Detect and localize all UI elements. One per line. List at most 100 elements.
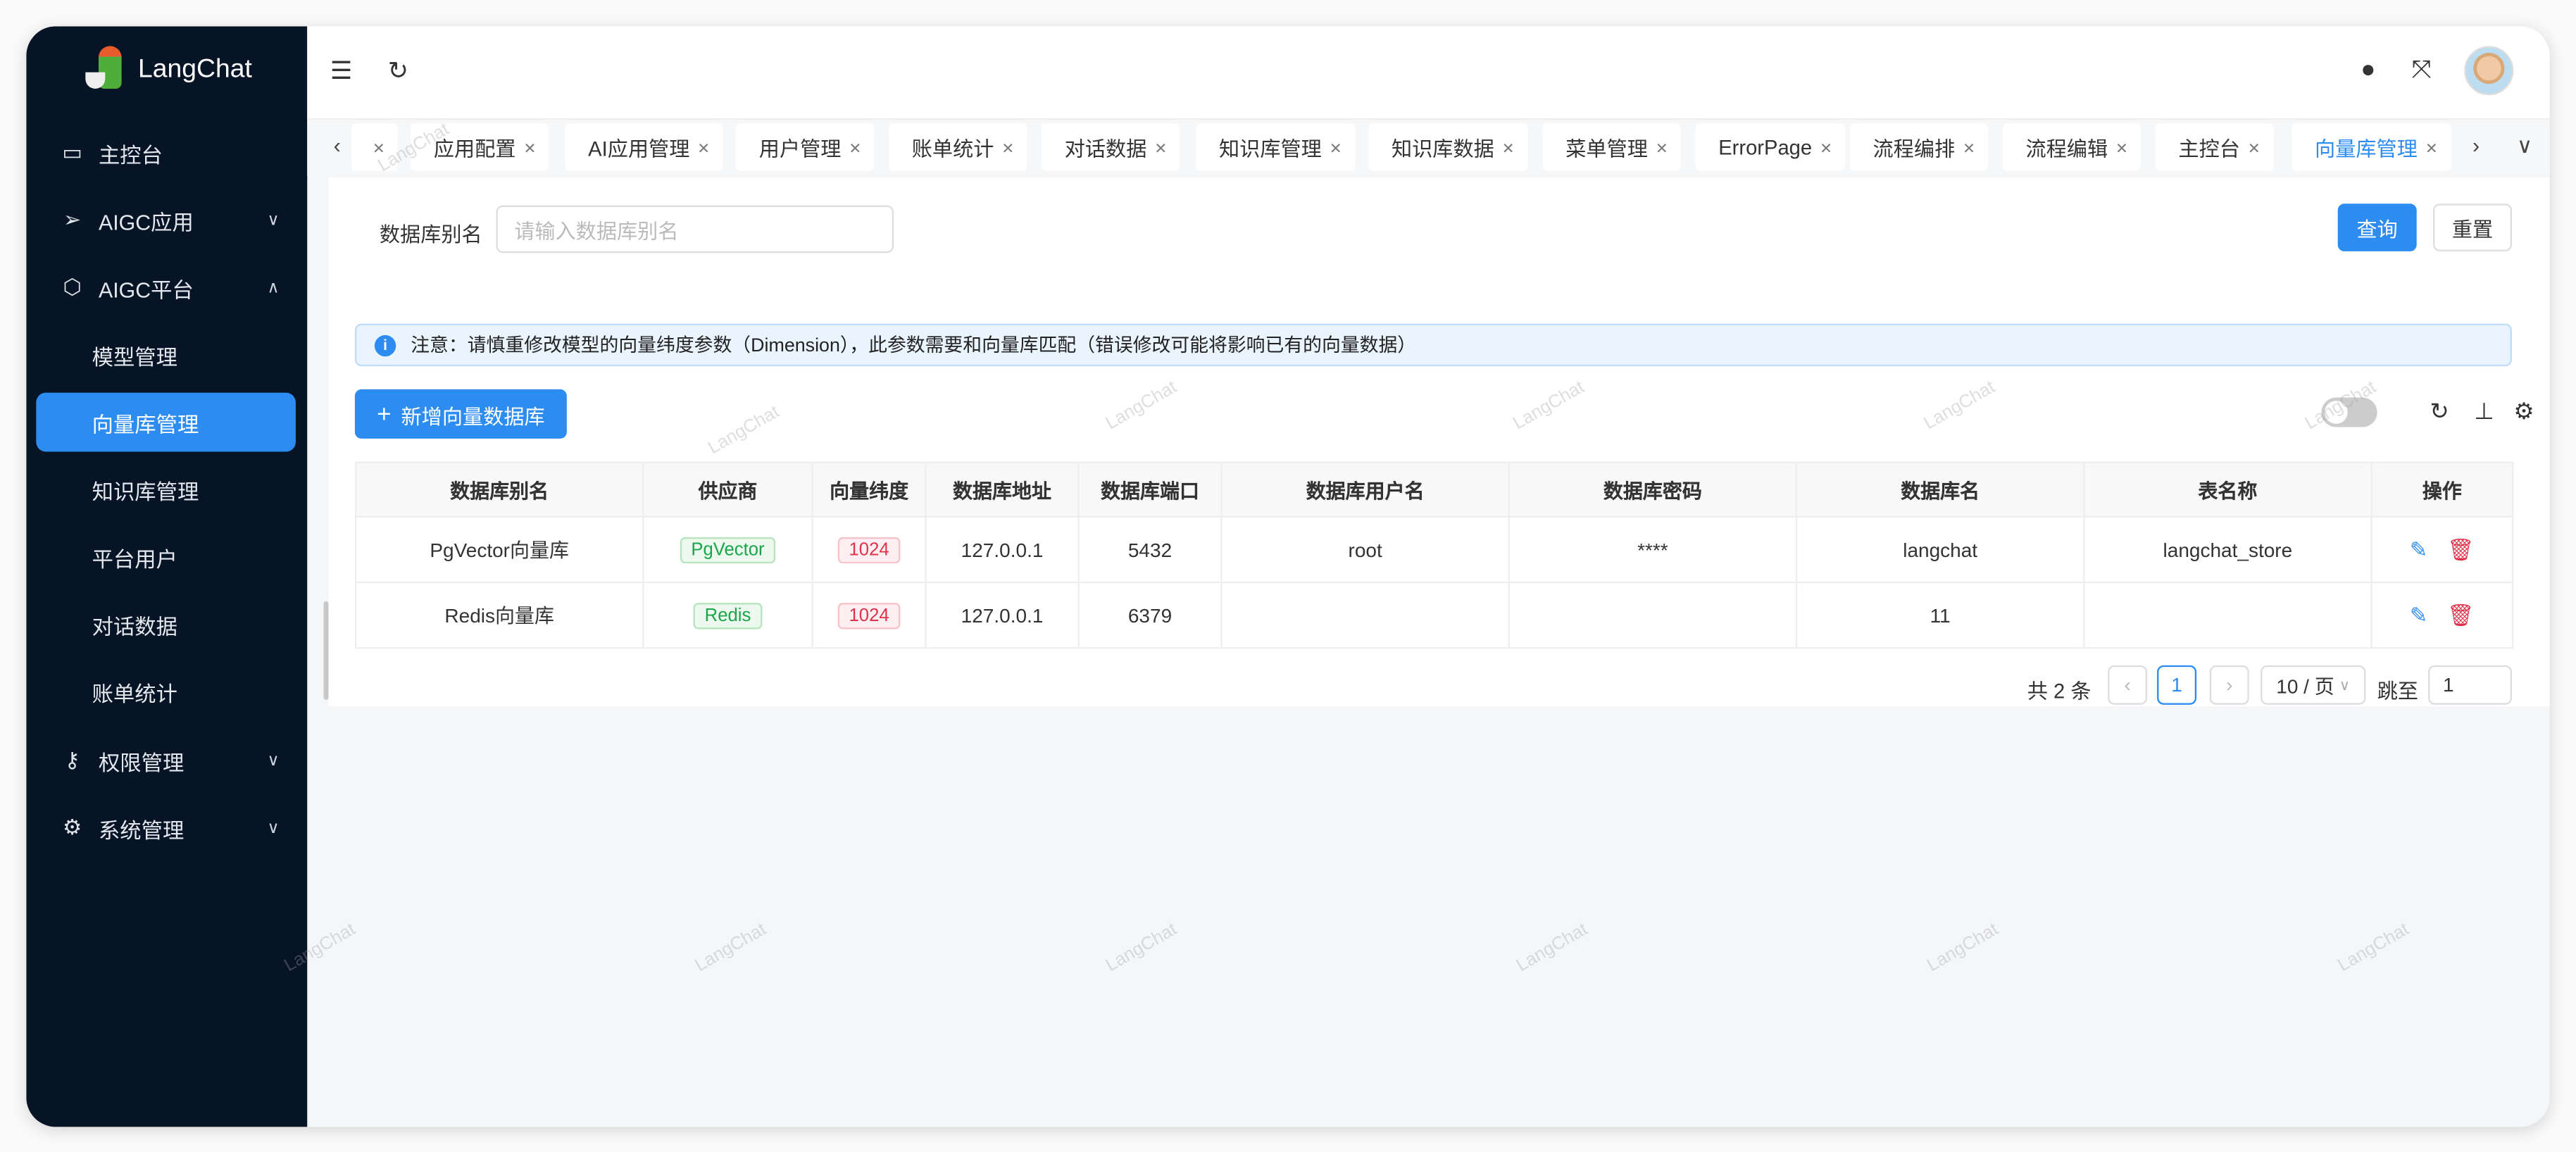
content-card: 数据库别名 请输入数据库别名 查询 重置 i 注意：请慎重修改模型的向量纬度参数（… <box>328 177 2550 707</box>
page-1-button[interactable]: 1 <box>2157 665 2197 705</box>
column-header: 数据库地址 <box>925 461 1080 518</box>
add-vector-db-button[interactable]: + 新增向量数据库 <box>354 389 567 439</box>
add-button-label: 新增向量数据库 <box>401 405 545 428</box>
sidebar-item-platform-users[interactable]: 平台用户 <box>36 527 296 587</box>
sidebar-item-models[interactable]: 模型管理 <box>36 325 296 384</box>
sidebar-item-vector-store[interactable]: 向量库管理 <box>36 392 296 452</box>
chevron-down-icon: ∨ <box>267 211 280 230</box>
tab[interactable]: AI应用管理 × <box>565 123 723 171</box>
tab[interactable]: 流程编辑 × <box>2002 123 2141 171</box>
tabs-dropdown-icon[interactable]: ∨ <box>2517 133 2532 159</box>
tab[interactable]: ErrorPage × <box>1695 123 1845 171</box>
tab[interactable]: 知识库数据 × <box>1368 123 1527 171</box>
cell-db: 11 <box>1795 581 2085 649</box>
collapse-menu-icon[interactable]: ☰ <box>330 56 352 86</box>
tab[interactable]: 流程编排 × <box>1849 123 1988 171</box>
next-page-button[interactable]: › <box>2209 665 2249 705</box>
send-icon: ➢ <box>63 206 82 232</box>
close-icon[interactable]: × <box>1155 135 1166 158</box>
sidebar-item-label: 模型管理 <box>92 344 177 369</box>
tab-active[interactable]: 向量库管理 × <box>2291 123 2451 171</box>
close-icon[interactable]: × <box>373 135 384 158</box>
close-icon[interactable]: × <box>2116 135 2127 158</box>
avatar[interactable] <box>2464 46 2514 96</box>
close-icon[interactable]: × <box>1963 135 1975 158</box>
alert-text: 注意：请慎重修改模型的向量纬度参数（Dimension），此参数需要和向量库匹配… <box>411 337 1417 357</box>
sidebar-item-label: AIGC应用 <box>98 209 194 234</box>
refresh-icon[interactable]: ↻ <box>388 56 408 86</box>
sidebar-item-aigc-app[interactable]: ➢ AIGC应用 ∨ <box>36 191 296 250</box>
toggle-switch[interactable] <box>2321 397 2377 427</box>
sidebar: LangChat ▭ 主控台 ➢ AIGC应用 ∨ ⬡ AIGC平台 ∧ 模型管理 向量库… <box>26 26 308 1127</box>
density-icon[interactable]: ⊥ <box>2474 398 2494 426</box>
tab-label: 菜单管理 <box>1565 137 1648 161</box>
column-header: 数据库名 <box>1795 461 2085 518</box>
sidebar-item-dashboard[interactable]: ▭ 主控台 <box>36 123 296 182</box>
close-icon[interactable]: × <box>524 135 535 158</box>
watermark: LangChat <box>1102 920 1181 977</box>
plus-icon: + <box>377 400 392 428</box>
provider-tag: PgVector <box>680 536 776 563</box>
edit-icon[interactable]: ✎ <box>2410 537 2427 561</box>
sidebar-item-aigc-platform[interactable]: ⬡ AIGC平台 ∧ <box>36 258 296 317</box>
tab[interactable]: 应用配置 × <box>411 123 549 171</box>
tabs-scroll-left-icon[interactable]: ‹ <box>334 133 341 158</box>
warning-alert: i 注意：请慎重修改模型的向量纬度参数（Dimension），此参数需要和向量库匹… <box>354 323 2513 367</box>
column-header: 向量纬度 <box>811 461 927 518</box>
tab[interactable]: 对话数据 × <box>1042 123 1180 171</box>
cell-port: 6379 <box>1077 581 1223 649</box>
close-icon[interactable]: × <box>2426 135 2437 158</box>
fullscreen-icon[interactable]: ⤧ <box>2412 56 2432 84</box>
cell-user <box>1220 581 1510 649</box>
cell-password <box>1508 581 1798 649</box>
tab[interactable]: 用户管理 × <box>736 123 875 171</box>
sidebar-item-system[interactable]: ⚙ 系统管理 ∨ <box>36 799 296 858</box>
query-label: 查询 <box>2356 218 2398 242</box>
close-icon[interactable]: × <box>1820 135 1832 158</box>
tab-label: 用户管理 <box>758 137 842 161</box>
tabs-scroll-right-icon[interactable]: › <box>2472 133 2480 158</box>
gear-icon: ⚙ <box>63 815 82 840</box>
sidebar-item-conversations[interactable]: 对话数据 <box>36 595 296 654</box>
refresh-icon[interactable]: ↻ <box>2430 398 2449 426</box>
reset-button[interactable]: 重置 <box>2433 204 2513 251</box>
watermark: LangChat <box>1513 920 1592 977</box>
close-icon[interactable]: × <box>2249 135 2260 158</box>
github-icon[interactable]: ● <box>2361 56 2375 84</box>
sidebar-item-label: 系统管理 <box>98 817 185 842</box>
cell-name: PgVector向量库 <box>354 515 644 584</box>
close-icon[interactable]: × <box>1656 135 1668 158</box>
edit-icon[interactable]: ✎ <box>2410 602 2427 627</box>
tab-partial[interactable]: × <box>351 123 398 171</box>
settings-icon[interactable]: ⚙ <box>2513 398 2534 426</box>
page-size-select[interactable]: 10 / 页 ∨ <box>2261 665 2366 705</box>
sidebar-item-label: 权限管理 <box>98 749 185 775</box>
chevron-down-icon: ∨ <box>267 818 280 837</box>
close-icon[interactable]: × <box>849 135 861 158</box>
close-icon[interactable]: × <box>1002 135 1013 158</box>
query-button[interactable]: 查询 <box>2337 204 2417 251</box>
sidebar-item-knowledge[interactable]: 知识库管理 <box>36 460 296 519</box>
delete-icon[interactable]: 🗑 <box>2447 602 2475 627</box>
table-header: 数据库别名 供应商 向量纬度 数据库地址 数据库端口 数据库用户名 数据库密码 … <box>354 461 2514 518</box>
page-number: 1 <box>2171 673 2182 697</box>
sidebar-item-billing[interactable]: 账单统计 <box>36 662 296 721</box>
close-icon[interactable]: × <box>1330 135 1342 158</box>
prev-page-button[interactable]: ‹ <box>2108 665 2148 705</box>
tab[interactable]: 主控台 × <box>2155 123 2273 171</box>
delete-icon[interactable]: 🗑 <box>2447 537 2475 561</box>
column-header: 表名称 <box>2083 461 2372 518</box>
tab[interactable]: 菜单管理 × <box>1542 123 1681 171</box>
tab[interactable]: 账单统计 × <box>889 123 1027 171</box>
table-row: Redis向量库 Redis 1024 127.0.0.1 6379 11 ✎ 🗑 <box>354 581 2514 649</box>
close-icon[interactable]: × <box>1502 135 1513 158</box>
sidebar-item-permissions[interactable]: ⚷ 权限管理 ∨ <box>36 731 296 790</box>
sidebar-item-label: 平台用户 <box>92 546 177 571</box>
tab[interactable]: 知识库管理 × <box>1196 123 1355 171</box>
search-input[interactable]: 请输入数据库别名 <box>496 205 894 253</box>
sidebar-scrollbar[interactable] <box>323 601 329 700</box>
logo: LangChat <box>85 46 252 95</box>
watermark: LangChat <box>2334 920 2413 977</box>
jump-input[interactable]: 1 <box>2428 665 2513 705</box>
close-icon[interactable]: × <box>698 135 709 158</box>
